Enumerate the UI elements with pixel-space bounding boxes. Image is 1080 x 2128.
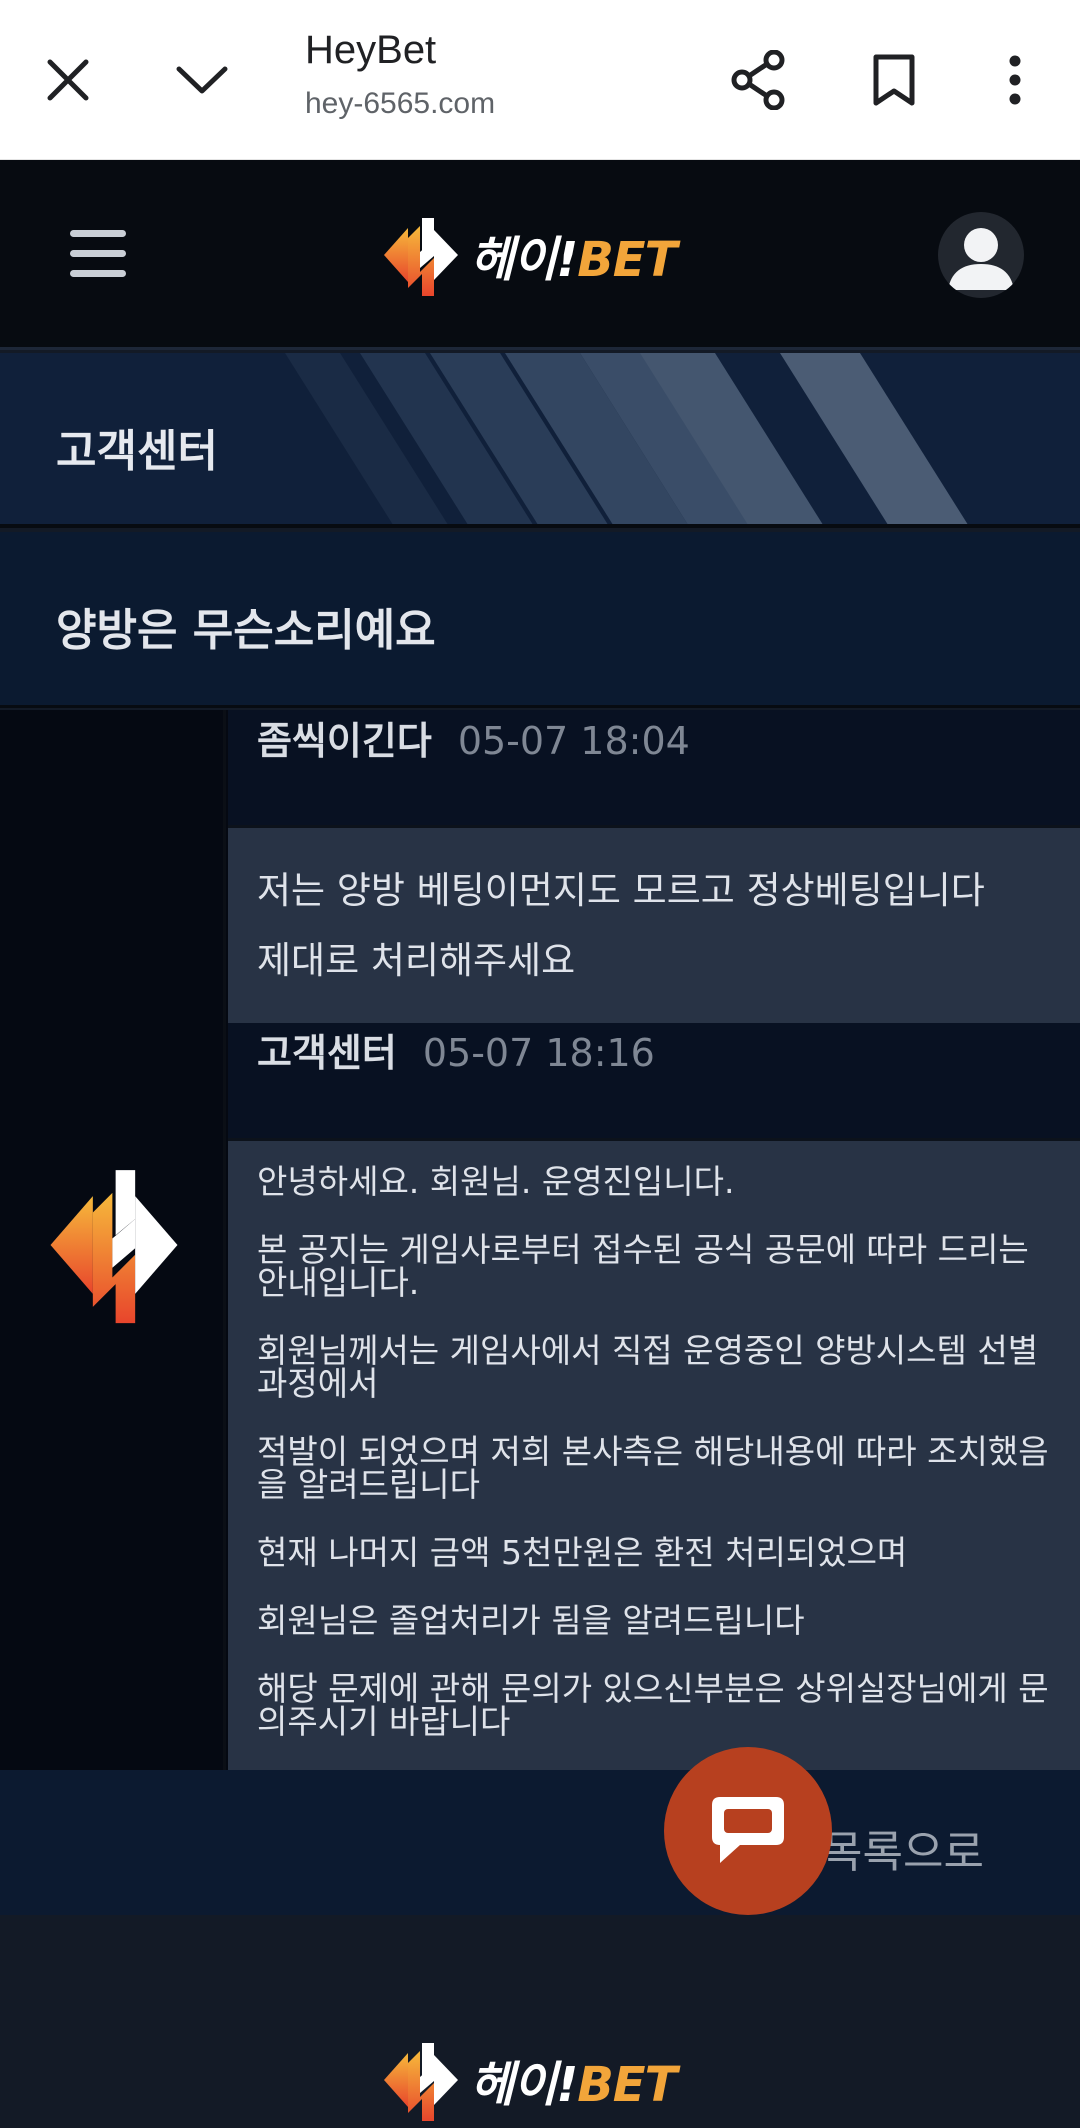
post-header: 양방은 무슨소리예요 xyxy=(0,532,1080,708)
h-logo-icon xyxy=(50,1170,178,1324)
message-line: 제대로 처리해주세요 xyxy=(257,939,576,982)
conversation-area: 좀씩이긴다 05-07 18:04 저는 양방 베팅이먼지도 모르고 정상베팅입니… xyxy=(0,710,1080,1770)
h-logo-icon xyxy=(384,2043,458,2121)
chevron-down-icon[interactable] xyxy=(162,40,242,120)
list-bar: 목록으로 xyxy=(0,1770,1080,1915)
message-author: 좀씩이긴다 xyxy=(257,719,432,763)
menu-icon[interactable] xyxy=(62,222,136,286)
message-line: 저는 양방 베팅이먼지도 모르고 정상베팅입니다 xyxy=(257,869,985,912)
logo-text: 헤이!BET xyxy=(470,232,677,288)
page-banner: 고객센터 xyxy=(0,353,1080,528)
reply-line: 현재 나머지 금액 5천만원은 환전 처리되었으며 xyxy=(257,1533,908,1572)
reply-line: 본 공지는 게임사로부터 접수된 공식 공문에 따라 드리는 xyxy=(257,1230,1029,1269)
message-time: 05-07 18:04 xyxy=(457,719,690,763)
page-url: hey-6565.com xyxy=(305,87,496,120)
reply-line: 안내입니다. xyxy=(257,1263,420,1302)
reply-line: 적발이 되었으며 저희 본사측은 해당내용에 따라 조치했음 xyxy=(257,1432,1049,1471)
reply-author: 고객센터 xyxy=(257,1031,397,1075)
author-column xyxy=(0,710,226,1770)
banner-title: 고객센터 xyxy=(56,426,218,477)
tab-info[interactable]: HeyBet hey-6565.com xyxy=(305,28,495,121)
back-to-list-button[interactable]: 목록으로 xyxy=(822,1816,984,1880)
logo-text: 헤이!BET xyxy=(470,2057,677,2113)
message-meta: 좀씩이긴다 05-07 18:04 xyxy=(257,710,690,765)
reply-line: 회원님께서는 게임사에서 직접 운영중인 양방시스템 선별 xyxy=(257,1331,1039,1370)
browser-toolbar: HeyBet hey-6565.com xyxy=(0,0,1080,160)
post-title: 양방은 무슨소리예요 xyxy=(56,605,436,656)
footer-logo[interactable]: 헤이!BET xyxy=(378,2035,677,2125)
h-logo-icon xyxy=(384,218,458,296)
site-footer: 헤이!BET xyxy=(0,1915,1080,2128)
share-icon[interactable] xyxy=(718,40,798,120)
user-avatar-icon[interactable] xyxy=(938,212,1024,298)
site-header: 헤이!BET xyxy=(0,160,1080,350)
more-vert-icon[interactable] xyxy=(975,40,1055,120)
reply-line: 을 알려드립니다 xyxy=(257,1465,481,1504)
reply-meta: 고객센터 05-07 18:16 xyxy=(257,1022,655,1077)
reply-line: 의주시기 바랍니다 xyxy=(257,1702,511,1741)
page-title: HeyBet xyxy=(305,28,437,72)
page: HeyBet hey-6565.com 헤이!BET 고객센터 양방은 무슨소리… xyxy=(0,0,1080,2128)
chat-bubble-icon xyxy=(712,1797,784,1863)
close-icon[interactable] xyxy=(28,40,108,120)
reply-line: 해당 문제에 관해 문의가 있으신부분은 상위실장님에게 문 xyxy=(257,1669,1049,1708)
site-logo[interactable]: 헤이!BET xyxy=(378,210,677,300)
reply-line: 과정에서 xyxy=(257,1364,379,1403)
reply-line: 안녕하세요. 회원님. 운영진입니다. xyxy=(257,1162,735,1201)
reply-time: 05-07 18:16 xyxy=(422,1031,655,1075)
reply-line: 회원님은 졸업처리가 됨을 알려드립니다 xyxy=(257,1601,805,1640)
bookmark-icon[interactable] xyxy=(854,40,934,120)
chat-button[interactable] xyxy=(664,1747,832,1915)
